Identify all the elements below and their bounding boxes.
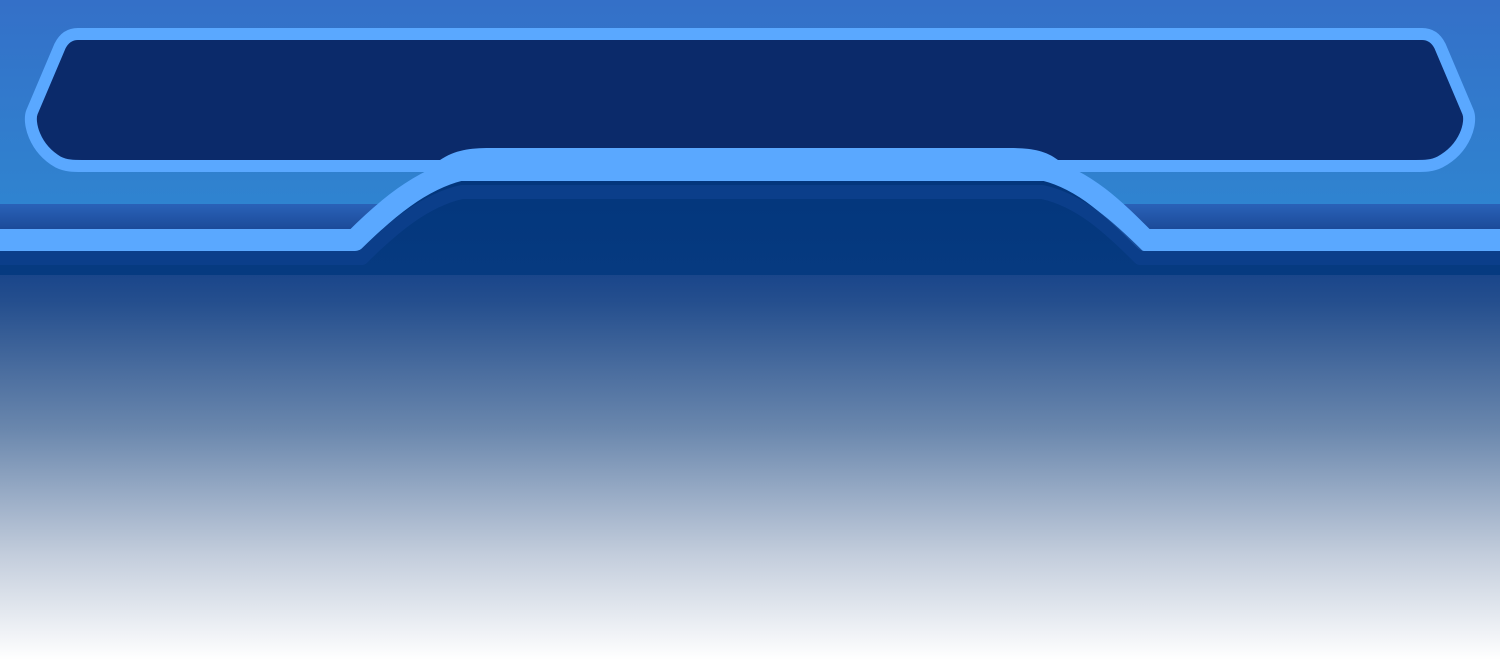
title-connector [440,148,1058,160]
header-frame-banner [0,0,1500,660]
body-background [0,240,1500,660]
banner-graphic [0,0,1500,660]
title-panel [24,28,1476,172]
